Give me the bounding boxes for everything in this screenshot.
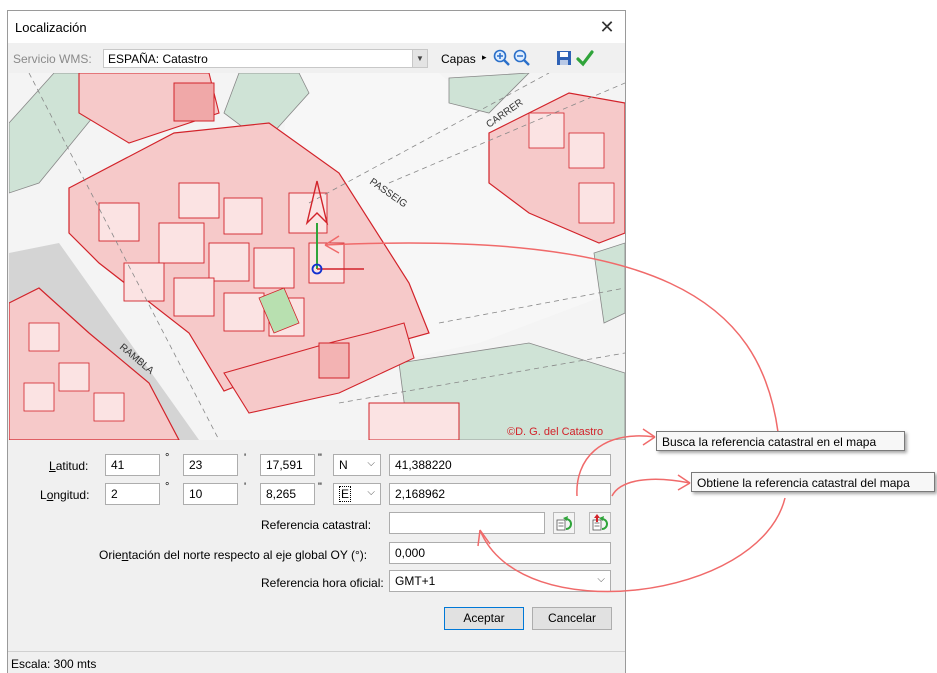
- search-cadastral-button[interactable]: [553, 512, 575, 534]
- latitude-degrees-field[interactable]: 41: [105, 454, 160, 476]
- longitude-seconds-field[interactable]: 8,265: [260, 483, 315, 505]
- check-icon[interactable]: [576, 49, 594, 67]
- orientation-field[interactable]: 0,000: [389, 542, 611, 564]
- longitude-hemisphere-select[interactable]: E ⌵: [333, 483, 381, 505]
- obtain-tooltip: Obtiene la referencia catastral del mapa: [691, 472, 935, 492]
- second-mark: ": [318, 452, 322, 464]
- layers-menu[interactable]: Capas: [441, 52, 476, 66]
- accept-button[interactable]: Aceptar: [444, 607, 524, 630]
- obtain-cadastral-button[interactable]: [589, 512, 611, 534]
- close-icon[interactable]: ✕: [596, 16, 618, 38]
- latitude-minutes-field[interactable]: 23: [183, 454, 238, 476]
- obtain-reference-icon: [592, 514, 608, 531]
- time-reference-select[interactable]: GMT+1 ⌵: [389, 570, 611, 592]
- chevron-down-icon[interactable]: ▼: [412, 50, 427, 67]
- chevron-down-icon: ⌵: [597, 574, 605, 585]
- longitude-minutes-field[interactable]: 10: [183, 483, 238, 505]
- latitude-hemisphere-value: N: [339, 458, 348, 472]
- time-reference-label: Referencia hora oficial:: [261, 576, 384, 590]
- latitude-label: Latitud:: [49, 459, 89, 473]
- chevron-down-icon: ⌵: [367, 458, 375, 469]
- latitude-decimal-field[interactable]: 41,388220: [389, 454, 611, 476]
- status-bar: Escala: 300 mts: [8, 651, 625, 673]
- latitude-hemisphere-select[interactable]: N ⌵: [333, 454, 381, 476]
- location-dialog: Localización ✕ Servicio WMS: ESPAÑA: Cat…: [7, 10, 626, 673]
- toolbar: Servicio WMS: ESPAÑA: Catastro ▼ Capas ▸: [8, 47, 625, 71]
- minute-mark: ': [244, 452, 247, 464]
- longitude-hemisphere-value: E: [339, 486, 352, 502]
- scale-text: Escala: 300 mts: [11, 657, 97, 671]
- cadastral-reference-field[interactable]: [389, 512, 545, 534]
- longitude-decimal-field[interactable]: 2,168962: [389, 483, 611, 505]
- map-view[interactable]: CARRER PASSEIG RAMBLA ©D. G. del Catastr…: [9, 73, 625, 440]
- minute-mark: ': [244, 481, 247, 493]
- window-title: Localización: [15, 20, 87, 35]
- wms-label: Servicio WMS:: [13, 52, 92, 66]
- degree-mark: °: [165, 452, 170, 464]
- longitude-degrees-field[interactable]: 2: [105, 483, 160, 505]
- orientation-label: Orientación del norte respecto al eje gl…: [99, 548, 368, 562]
- zoom-in-icon[interactable]: [493, 49, 511, 67]
- degree-mark: °: [165, 481, 170, 493]
- cadastral-reference-label: Referencia catastral:: [261, 518, 372, 532]
- save-icon[interactable]: [555, 49, 573, 67]
- wms-service-value: ESPAÑA: Catastro: [108, 52, 208, 66]
- cancel-button[interactable]: Cancelar: [532, 607, 612, 630]
- longitude-label: Longitud:: [40, 488, 90, 502]
- search-tooltip: Busca la referencia catastral en el mapa: [656, 431, 905, 451]
- second-mark: ": [318, 481, 322, 493]
- map-copyright: ©D. G. del Catastro: [507, 426, 603, 438]
- search-reference-icon: [556, 516, 572, 531]
- title-bar: Localización ✕: [8, 11, 625, 43]
- chevron-down-icon: ⌵: [367, 487, 375, 498]
- wms-service-select[interactable]: ESPAÑA: Catastro ▼: [103, 49, 428, 68]
- zoom-out-icon[interactable]: [513, 49, 531, 67]
- latitude-seconds-field[interactable]: 17,591: [260, 454, 315, 476]
- chevron-right-icon[interactable]: ▸: [482, 52, 487, 63]
- time-reference-value: GMT+1: [395, 574, 436, 588]
